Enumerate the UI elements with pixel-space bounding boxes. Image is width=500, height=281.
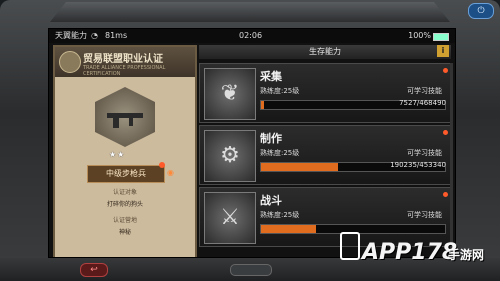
object-value: 打碎你的狗头 <box>106 201 143 208</box>
notification-dot <box>443 192 448 197</box>
back-icon[interactable]: ↩ <box>80 263 108 277</box>
watermark-logo: APP178 <box>362 240 458 265</box>
skill-progress-count: 7527/468490 <box>399 99 446 107</box>
notification-dot <box>443 68 448 73</box>
skill-learn-label: 可学习技能 <box>407 87 442 95</box>
skill-row[interactable]: ❦ 采集 熟练度:25级 可学习技能 7527/468490 <box>199 63 453 123</box>
wifi-icon: ◔ <box>91 31 98 40</box>
carrier-label: 天翼能力 <box>55 31 87 40</box>
alliance-emblem-icon <box>59 51 81 73</box>
gather-icon: ❦ <box>204 68 256 120</box>
card-title: 贸易联盟职业认证 <box>83 54 163 65</box>
rank-stars: ★★ <box>109 150 126 159</box>
watermark: APP178 手游网 <box>340 228 498 278</box>
card-subtitle: TRADE ALLIANCE PROFESSIONAL CERTIFICATIO… <box>83 65 166 77</box>
panel-title: 生存能力 <box>199 45 451 59</box>
skill-level: 熟练度:25级 <box>260 149 300 157</box>
rank-button[interactable]: 中级步枪兵 <box>87 165 165 183</box>
skill-name: 采集 <box>260 70 282 83</box>
card-header: 贸易联盟职业认证 TRADE ALLIANCE PROFESSIONAL CER… <box>55 47 195 77</box>
skill-name: 制作 <box>260 132 282 145</box>
watermark-site: 手游网 <box>448 248 485 262</box>
status-bar: 天翼能力 ◔ 81ms 02:06 100% <box>49 29 455 43</box>
object-label: 认证对象 <box>112 189 137 196</box>
info-icon[interactable]: i <box>437 45 449 57</box>
eye-icon[interactable]: ◉ <box>167 168 177 178</box>
skill-row[interactable]: ⚙ 制作 熟练度:25级 可学习技能 190235/453340 <box>199 125 453 185</box>
certification-card: 贸易联盟职业认证 TRADE ALLIANCE PROFESSIONAL CER… <box>53 45 197 257</box>
phone-logo-icon <box>340 232 360 260</box>
battery-icon <box>433 33 449 41</box>
skill-progress-count: 190235/453340 <box>390 161 446 169</box>
skill-progress-fill <box>261 225 317 233</box>
skill-progress-fill <box>261 101 264 109</box>
combat-icon: ⚔ <box>204 192 256 244</box>
clock: 02:06 <box>239 31 263 40</box>
skill-level: 熟练度:25级 <box>260 87 300 95</box>
skill-learn-label: 可学习技能 <box>407 149 442 157</box>
craft-icon: ⚙ <box>204 130 256 182</box>
rifle-badge-icon <box>95 87 155 147</box>
power-icon[interactable]: ⏻ <box>468 3 494 19</box>
skill-learn-label: 可学习技能 <box>407 211 442 219</box>
device-top-bezel <box>50 2 450 22</box>
notification-dot <box>443 130 448 135</box>
skill-level: 熟练度:25级 <box>260 211 300 219</box>
place-label: 认证营地 <box>112 217 137 224</box>
game-screen: 天翼能力 ◔ 81ms 02:06 100% 贸易联盟职业认证 TRADE AL… <box>48 28 456 258</box>
notification-dot <box>159 162 165 168</box>
scrollbar[interactable] <box>450 63 453 253</box>
skill-name: 战斗 <box>260 194 282 207</box>
latency-label: 81ms <box>105 31 128 40</box>
place-value: 神秘 <box>118 229 131 236</box>
skill-progress-fill <box>261 163 339 171</box>
home-button[interactable] <box>230 264 272 276</box>
battery-label: 100% <box>408 31 431 40</box>
